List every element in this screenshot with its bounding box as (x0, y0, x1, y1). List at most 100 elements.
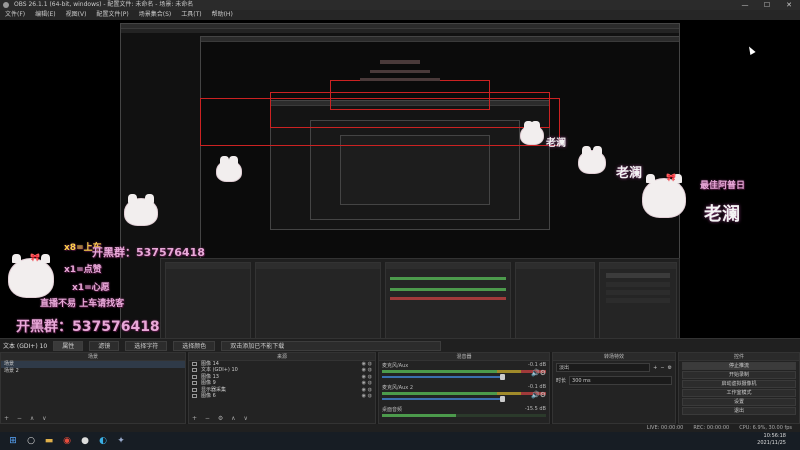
menu-scene-collection[interactable]: 场景集合(S) (134, 10, 177, 20)
text-value-field[interactable]: 双击添加已不能下载 (221, 340, 442, 351)
nested-mixer-panel (385, 262, 511, 338)
cpu-indicator: CPU: 6.9%, 30.00 fps (739, 425, 792, 431)
menu-bar: 文件(F) 编辑(E) 视图(V) 配置文件(P) 场景集合(S) 工具(T) … (0, 10, 800, 20)
menu-file[interactable]: 文件(F) (0, 10, 30, 20)
overlay-tag: 最佳阿普日 (700, 181, 746, 191)
mixer-track: 麦克风/Aux -0.1 dB 🔊⚙ (379, 361, 549, 383)
properties-button[interactable]: 属性 (53, 340, 84, 351)
overlay-help-text: 直播不易 上车请找客 (40, 299, 125, 309)
add-transition-button[interactable]: + (653, 365, 657, 371)
volume-slider[interactable] (382, 374, 505, 380)
scene-item[interactable]: 场景 (1, 361, 185, 368)
overlay-name-medium: 老澜 (616, 166, 643, 181)
track-name: 麦克风/Aux (382, 363, 409, 369)
steam-icon[interactable]: ✦ (112, 432, 130, 450)
select-color-button[interactable]: 选择颜色 (173, 340, 216, 351)
studio-mode-button[interactable]: 工作室模式 (682, 389, 796, 397)
overlay-line-3: x1=心愿 (72, 283, 110, 293)
duration-input[interactable]: 300 ms (569, 376, 672, 385)
source-item[interactable]: 图像 6 ◉ ◍ (189, 393, 375, 399)
overlay-name-large: 老澜 (704, 204, 740, 225)
track-name: 桌面音频 (382, 407, 403, 413)
source-toolbar: 文本 (GDI+) 10 属性 滤镜 选择字符 选择颜色 双击添加已不能下载 (0, 338, 800, 352)
chrome-icon[interactable]: ◉ (58, 432, 76, 450)
maximize-button[interactable]: ☐ (756, 0, 778, 10)
transition-gear-icon[interactable]: ⚙ (668, 365, 672, 371)
volume-meter (382, 392, 546, 395)
edge-icon[interactable]: ◐ (94, 432, 112, 450)
menu-edit[interactable]: 编辑(E) (30, 10, 60, 20)
overlay-group-small: 开黑群：537576418 (92, 246, 205, 259)
speaker-gear-icon[interactable]: 🔊⚙ (531, 369, 546, 377)
speaker-gear-icon[interactable]: 🔊⚙ (531, 391, 546, 399)
scenes-title: 场景 (1, 353, 185, 361)
transition-type-select[interactable]: 淡出 (556, 363, 651, 372)
transition-duration-row: 时长 300 ms (553, 374, 675, 387)
settings-button[interactable]: 设置 (682, 398, 796, 406)
menu-tools[interactable]: 工具(T) (176, 10, 206, 20)
minimize-button[interactable]: — (734, 0, 756, 10)
track-db: -0.1 dB (528, 384, 546, 390)
sources-title: 来源 (189, 353, 375, 361)
clock-time: 10:56:18 (763, 433, 786, 439)
search-icon[interactable]: ○ (22, 432, 40, 450)
window-controls: — ☐ ✕ (734, 0, 800, 10)
sources-dock: 来源 图像 14 ◉ ◍ 文本 (GDI+) 10 ◉ ◍ 图像 13 ◉ ◍ 图像 … (188, 352, 376, 424)
monitor-source-icon (192, 387, 197, 392)
nested-scenes-panel (165, 262, 251, 338)
system-tray-clock[interactable]: 10:56:18 2021/11/25 (757, 433, 786, 447)
image-source-icon (192, 362, 197, 366)
mouse-cursor-icon (746, 45, 756, 55)
duration-label: 时长 (556, 378, 567, 384)
select-font-button[interactable]: 选择字符 (125, 340, 168, 351)
scenes-dock: 场景 场景 场景 2 + − ∧ ∨ (0, 352, 186, 424)
visibility-lock-icon[interactable]: ◉ ◍ (362, 393, 372, 399)
mixer-track: 麦克风/Aux 2 -0.1 dB 🔊⚙ (379, 383, 549, 405)
exit-button[interactable]: 退出 (682, 407, 796, 415)
selection-box-3 (330, 80, 490, 110)
remove-transition-button[interactable]: − (660, 365, 664, 371)
preview-canvas[interactable]: 🎀 🎀 x8=上车 x1=点赞 x1=心愿 开黑群：537576418 直播不易… (0, 20, 800, 338)
scene-item[interactable]: 场景 2 (1, 368, 185, 375)
selected-source-label: 文本 (GDI+) 10 (3, 343, 48, 350)
tunnel-strip (380, 60, 420, 64)
file-explorer-icon[interactable]: ▬ (40, 432, 58, 450)
track-db: -15.5 dB (524, 406, 546, 412)
volume-meter (382, 414, 546, 417)
track-db: -0.1 dB (528, 362, 546, 368)
start-virtual-camera-button[interactable]: 启动虚拟摄像机 (682, 380, 796, 388)
filters-button[interactable]: 滤镜 (89, 340, 120, 351)
rec-indicator: REC: 00:00:00 (693, 425, 730, 431)
stop-streaming-button[interactable]: 停止推流 (682, 362, 796, 370)
cat-sticker-icon (216, 156, 242, 182)
cat-sticker-icon (520, 121, 544, 145)
nested-obs-docks (160, 258, 680, 338)
cat-sticker-icon (578, 146, 606, 174)
sources-toolbar[interactable]: + − ⚙ ∧ ∨ (189, 415, 375, 423)
menu-view[interactable]: 视图(V) (61, 10, 92, 20)
obs-taskbar-icon[interactable]: ● (76, 432, 94, 450)
windows-start-icon[interactable]: ⊞ (4, 432, 22, 450)
menu-profile[interactable]: 配置文件(P) (91, 10, 133, 20)
mixer-title: 混音器 (379, 353, 549, 361)
cat-sticker-icon (642, 174, 686, 218)
dock-area: 场景 场景 场景 2 + − ∧ ∨ 来源 图像 14 ◉ ◍ 文本 (GDI+)… (0, 352, 800, 424)
obs-status-bar: LIVE: 00:00:00 REC: 00:00:00 CPU: 6.9%, … (0, 424, 800, 432)
text-source-icon (192, 368, 197, 373)
window-title: OBS 26.1.1 (64-bit, windows) - 配置文件: 未命名… (14, 1, 194, 8)
overlay-line-2: x1=点赞 (64, 265, 102, 275)
live-indicator: LIVE: 00:00:00 (646, 425, 684, 431)
nested-transitions-panel (515, 262, 595, 338)
scenes-toolbar[interactable]: + − ∧ ∨ (1, 415, 185, 423)
image-source-icon (192, 393, 197, 398)
volume-slider[interactable] (382, 396, 505, 402)
overlay-group-text: 开黑群：537576418 (16, 319, 160, 335)
clock-date: 2021/11/25 (757, 440, 786, 446)
obs-window: OBS 26.1.1 (64-bit, windows) - 配置文件: 未命名… (0, 0, 800, 450)
menu-help[interactable]: 帮助(H) (207, 10, 238, 20)
transitions-title: 转场特效 (553, 353, 675, 361)
mixer-track: 桌面音频 -15.5 dB (379, 405, 549, 421)
close-button[interactable]: ✕ (778, 0, 800, 10)
cat-sticker-icon (124, 194, 158, 226)
start-recording-button[interactable]: 开始录制 (682, 371, 796, 379)
